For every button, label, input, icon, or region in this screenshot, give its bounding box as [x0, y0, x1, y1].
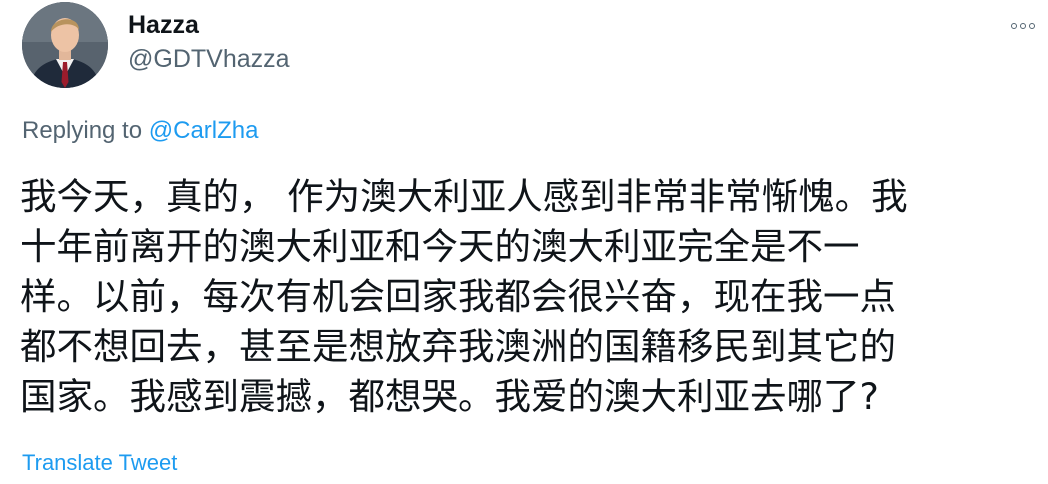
- more-dot-3: [1029, 23, 1035, 29]
- author-name[interactable]: Hazza: [128, 10, 199, 40]
- more-dot-1: [1011, 23, 1017, 29]
- replying-to: Replying to @CarlZha: [22, 116, 258, 146]
- author-handle[interactable]: @GDTVhazza: [128, 44, 290, 74]
- avatar[interactable]: [22, 2, 108, 88]
- tweet-text-line: 十年前离开的澳大利亚和今天的澳大利亚完全是不一: [20, 225, 860, 268]
- more-dot-2: [1020, 23, 1026, 29]
- tweet-text-line: 都不想回去，甚至是想放弃我澳洲的国籍移民到其它的: [20, 325, 896, 368]
- tweet-text: 我今天，真的， 作为澳大利亚人感到非常非常惭愧。我 十年前离开的澳大利亚和今天的…: [20, 172, 1030, 422]
- profile-photo-icon: [22, 2, 108, 88]
- reply-mention-link[interactable]: @CarlZha: [149, 117, 259, 144]
- tweet-text-line: 样。以前，每次有机会回家我都会很兴奋，现在我一点: [20, 275, 896, 318]
- more-options-icon[interactable]: [1006, 14, 1040, 38]
- replying-prefix: Replying to: [22, 117, 143, 144]
- translate-tweet-link[interactable]: Translate Tweet: [22, 449, 177, 477]
- tweet-text-line: 我今天，真的， 作为澳大利亚人感到非常非常惭愧。我: [20, 175, 908, 218]
- tweet: Hazza @GDTVhazza Replying to @CarlZha 我今…: [0, 0, 1048, 484]
- tweet-text-line: 国家。我感到震撼，都想哭。我爱的澳大利亚去哪了?: [20, 375, 879, 418]
